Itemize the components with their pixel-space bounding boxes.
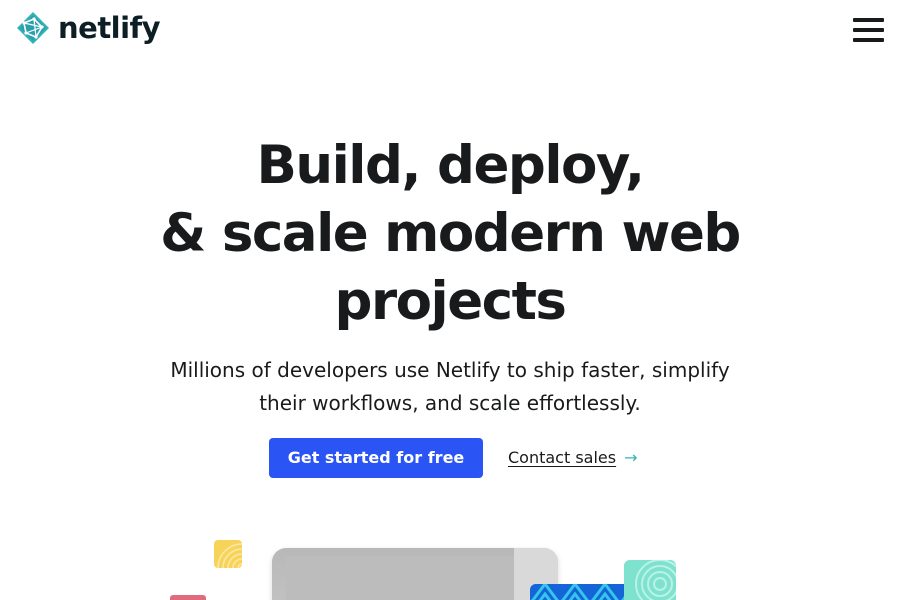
hero-title: Build, deploy, & scale modern web projec… [0, 132, 900, 336]
browser-mockup [272, 548, 558, 600]
decorative-tile-teal [624, 560, 676, 600]
decorative-tile-yellow [214, 540, 242, 568]
hero-subtitle-line-2: their workflows, and scale effortlessly. [259, 391, 641, 415]
contact-sales-label: Contact sales [508, 448, 617, 467]
netlify-logo[interactable]: netlify [16, 10, 161, 46]
hamburger-menu-icon[interactable] [852, 16, 886, 46]
hero-title-line-1: Build, deploy, [256, 135, 645, 196]
contact-sales-link[interactable]: Contact sales → [508, 448, 638, 468]
arrow-right-icon: → [624, 448, 638, 467]
hero-illustration [0, 520, 900, 600]
hero-subtitle-line-1: Millions of developers use Netlify to sh… [170, 358, 730, 382]
logo-wordmark: netlify [58, 11, 161, 45]
decorative-tile-red [170, 595, 206, 600]
hero-subtitle: Millions of developers use Netlify to sh… [0, 354, 900, 420]
hero-title-line-2: & scale modern web [160, 203, 741, 264]
site-header: netlify [0, 0, 900, 60]
hero-title-line-3: projects [334, 271, 567, 332]
get-started-button[interactable]: Get started for free [269, 438, 483, 478]
netlify-logo-icon [16, 11, 50, 45]
